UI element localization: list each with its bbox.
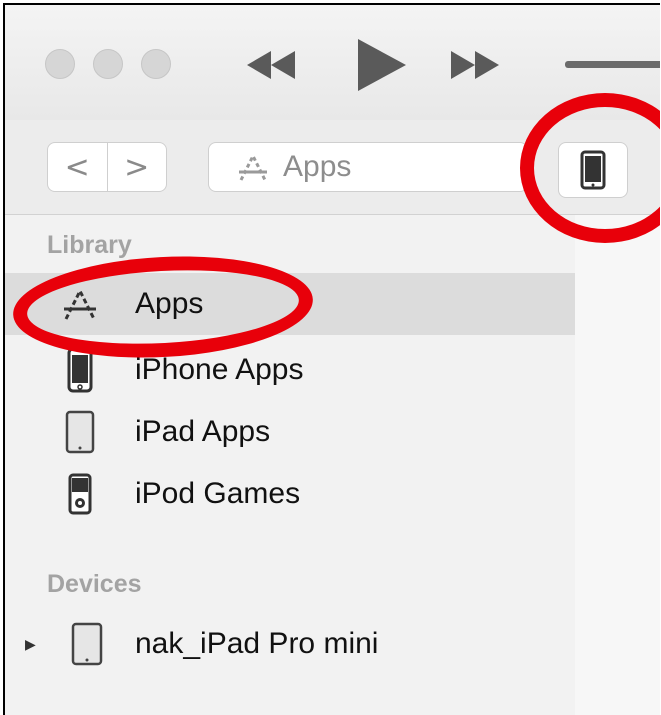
minimize-window-button[interactable] — [93, 49, 123, 79]
forward-button[interactable]: > — [106, 143, 167, 191]
sidebar-device-label: nak_iPad Pro mini — [135, 627, 379, 660]
close-window-button[interactable] — [45, 49, 75, 79]
sidebar-item-label: iPad Apps — [135, 415, 271, 448]
sidebar-item-ipad-apps[interactable]: iPad Apps — [5, 401, 575, 463]
devices-header: Devices — [47, 570, 142, 598]
itunes-window: < > Apps Library Apps iPhone Apps iPad A… — [3, 3, 660, 715]
media-kind-label: Apps — [283, 150, 352, 183]
sidebar-item-ipod-games[interactable]: iPod Games — [5, 463, 575, 525]
ipod-icon — [60, 470, 100, 518]
ipad-icon — [60, 408, 100, 456]
app-store-icon — [239, 152, 267, 181]
media-kind-select[interactable]: Apps — [208, 142, 528, 192]
volume-slider[interactable] — [565, 61, 660, 68]
library-header: Library — [47, 231, 132, 259]
play-icon[interactable] — [350, 35, 410, 95]
back-forward-group: < > — [47, 142, 167, 192]
ipad-icon — [67, 620, 107, 668]
fast-forward-icon[interactable] — [447, 49, 503, 81]
back-button[interactable]: < — [48, 143, 107, 191]
rewind-icon[interactable] — [243, 49, 299, 81]
sidebar-item-label: iPhone Apps — [135, 353, 304, 386]
content-area — [575, 215, 660, 715]
sidebar-device-item[interactable]: ▶ nak_iPad Pro mini — [5, 613, 575, 675]
disclosure-triangle-icon[interactable]: ▶ — [25, 636, 36, 653]
sidebar-item-label: iPod Games — [135, 477, 301, 510]
zoom-window-button[interactable] — [141, 49, 171, 79]
